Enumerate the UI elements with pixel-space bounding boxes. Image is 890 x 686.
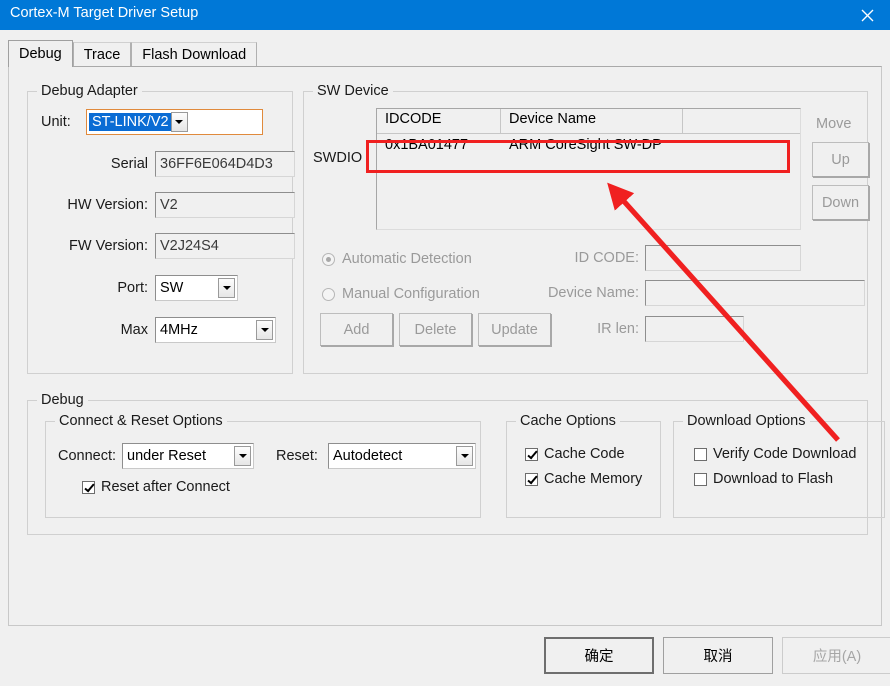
swdio-label: SWDIO	[313, 150, 363, 166]
dialog-window: Cortex-M Target Driver Setup Debug Trace…	[0, 0, 890, 686]
checkbox-cache-code-label: Cache Code	[544, 446, 625, 462]
checkbox-download-to-flash-label: Download to Flash	[713, 471, 834, 487]
radio-manual-configuration-label: Manual Configuration	[342, 286, 480, 302]
ir-len-field[interactable]	[645, 316, 744, 342]
sw-device-list[interactable]: IDCODE Device Name 0x1BA01477 ARM CoreSi…	[376, 108, 801, 230]
group-sw-device-label: SW Device	[313, 83, 393, 99]
checkbox-indicator	[525, 472, 538, 486]
chevron-down-icon[interactable]	[234, 446, 251, 466]
checkbox-cache-memory-label: Cache Memory	[544, 471, 643, 487]
id-code-label: ID CODE:	[574, 250, 639, 266]
checkbox-indicator	[694, 447, 707, 461]
window-title: Cortex-M Target Driver Setup	[10, 5, 199, 21]
tab-debug[interactable]: Debug	[8, 40, 73, 67]
tab-flash-download-label: Flash Download	[142, 47, 247, 63]
checkbox-indicator	[525, 447, 538, 461]
tab-strip: Debug Trace Flash Download	[8, 40, 258, 67]
max-combo-value: 4MHz	[160, 322, 198, 338]
radio-automatic-detection[interactable]: Automatic Detection	[322, 251, 472, 267]
title-bar: Cortex-M Target Driver Setup	[0, 0, 890, 30]
group-connect-reset-options: Connect & Reset Options Connect: under R…	[45, 413, 481, 518]
device-name-field[interactable]	[645, 280, 865, 306]
cancel-button[interactable]: 取消	[663, 637, 773, 674]
checkbox-verify-code-download[interactable]: Verify Code Download	[694, 446, 856, 462]
cell-extra	[683, 134, 800, 160]
reset-combo-value: Autodetect	[333, 448, 403, 464]
checkbox-cache-memory[interactable]: Cache Memory	[525, 471, 642, 487]
hw-version-label: HW Version:	[67, 197, 148, 213]
group-debug: Debug Connect & Reset Options Connect: u…	[27, 392, 885, 535]
checkbox-reset-after-connect[interactable]: Reset after Connect	[82, 479, 230, 495]
checkbox-download-to-flash[interactable]: Download to Flash	[694, 471, 833, 487]
port-combo[interactable]: SW	[155, 275, 238, 301]
group-cache-options: Cache Options Cache Code Cache Memory	[506, 413, 661, 518]
tab-trace[interactable]: Trace	[72, 42, 132, 67]
hw-version-field[interactable]: V2	[155, 192, 295, 218]
cell-device-name: ARM CoreSight SW-DP	[509, 137, 662, 153]
add-button[interactable]: Add	[320, 313, 393, 346]
close-icon[interactable]	[844, 0, 890, 30]
max-combo[interactable]: 4MHz	[155, 317, 276, 343]
group-debug-adapter-label: Debug Adapter	[37, 83, 142, 99]
ok-button[interactable]: 确定	[544, 637, 654, 674]
checkbox-cache-code[interactable]: Cache Code	[525, 446, 625, 462]
apply-button[interactable]: 应用(A)	[782, 637, 890, 674]
chevron-down-icon[interactable]	[256, 320, 273, 340]
connect-label: Connect:	[58, 448, 117, 464]
sw-device-list-header: IDCODE Device Name	[377, 109, 800, 134]
radio-indicator	[322, 287, 335, 301]
chevron-down-icon[interactable]	[170, 112, 188, 132]
serial-label: Serial	[110, 156, 148, 172]
move-down-button[interactable]: Down	[812, 185, 869, 220]
move-label: Move	[816, 116, 852, 132]
group-download-options-label: Download Options	[683, 413, 810, 429]
tab-debug-label: Debug	[19, 46, 62, 62]
group-download-options: Download Options Verify Code Download Do…	[673, 413, 885, 518]
connect-combo-value: under Reset	[127, 448, 206, 464]
unit-combo[interactable]: ST-LINK/V2	[86, 109, 263, 135]
chevron-down-icon[interactable]	[218, 278, 235, 298]
group-debug-label: Debug	[37, 392, 88, 408]
unit-label: Unit:	[41, 114, 71, 130]
fw-version-field[interactable]: V2J24S4	[155, 233, 295, 259]
checkbox-indicator	[82, 480, 95, 494]
column-header-device-name[interactable]: Device Name	[501, 109, 683, 133]
port-label: Port:	[117, 280, 148, 296]
port-combo-value: SW	[160, 280, 184, 296]
group-debug-adapter: Debug Adapter Unit: ST-LINK/V2 Serial 36…	[27, 83, 295, 374]
checkbox-indicator	[694, 472, 707, 486]
column-header-extra[interactable]	[683, 109, 800, 133]
group-sw-device: SW Device SWDIO IDCODE Device Name 0x1BA…	[303, 83, 869, 374]
fw-version-label: FW Version:	[69, 238, 148, 254]
unit-combo-value: ST-LINK/V2	[89, 113, 171, 131]
reset-label: Reset:	[276, 448, 318, 464]
checkbox-verify-code-download-label: Verify Code Download	[713, 446, 857, 462]
device-name-label: Device Name:	[547, 285, 639, 301]
tab-trace-label: Trace	[83, 47, 121, 63]
radio-indicator	[322, 252, 335, 266]
tab-panel-debug: Debug Adapter Unit: ST-LINK/V2 Serial 36…	[8, 66, 885, 626]
move-up-button[interactable]: Up	[812, 142, 869, 177]
radio-automatic-detection-label: Automatic Detection	[342, 251, 472, 267]
column-header-idcode[interactable]: IDCODE	[377, 109, 501, 133]
connect-combo[interactable]: under Reset	[122, 443, 254, 469]
chevron-down-icon[interactable]	[456, 446, 473, 466]
group-cache-options-label: Cache Options	[516, 413, 620, 429]
group-connect-reset-options-label: Connect & Reset Options	[55, 413, 227, 429]
reset-combo[interactable]: Autodetect	[328, 443, 476, 469]
serial-field[interactable]: 36FF6E064D4D3	[155, 151, 295, 177]
tab-flash-download[interactable]: Flash Download	[131, 42, 258, 67]
radio-manual-configuration[interactable]: Manual Configuration	[322, 286, 480, 302]
checkbox-reset-after-connect-label: Reset after Connect	[101, 479, 230, 495]
delete-button[interactable]: Delete	[399, 313, 472, 346]
id-code-field[interactable]	[645, 245, 801, 271]
max-label: Max	[120, 322, 148, 338]
cell-idcode: 0x1BA01477	[385, 137, 469, 153]
update-button[interactable]: Update	[478, 313, 551, 346]
table-row[interactable]: 0x1BA01477 ARM CoreSight SW-DP	[377, 134, 800, 160]
